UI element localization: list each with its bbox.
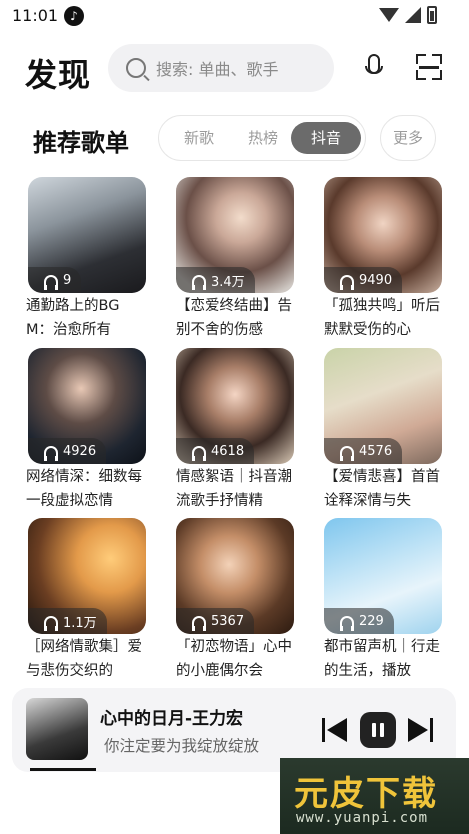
microphone-icon[interactable] xyxy=(362,54,386,86)
playlist-card[interactable]: 9 通勤路上的BGM：治愈所有 xyxy=(26,177,146,342)
headphone-icon xyxy=(44,274,58,290)
battery-icon xyxy=(427,6,437,24)
play-count-value: 9490 xyxy=(359,272,393,288)
pause-icon[interactable] xyxy=(360,712,396,748)
headphone-icon xyxy=(340,615,354,631)
search-icon xyxy=(126,58,146,78)
playlist-cover: 9490 xyxy=(324,177,442,293)
playlist-card[interactable]: 4576 【爱情悲喜】首首诠释深情与失 xyxy=(324,348,442,513)
playlist-card[interactable]: 4926 网络情深：细数每一段虚拟恋情 xyxy=(26,348,146,513)
headphone-icon xyxy=(192,445,206,461)
headphone-icon xyxy=(44,445,58,461)
tab-new-songs[interactable]: 新歌 xyxy=(169,122,229,154)
play-count: 9490 xyxy=(324,267,403,293)
playlist-card[interactable]: 229 都市留声机｜行走的生活，播放 xyxy=(324,518,442,683)
playlist-card[interactable]: 9490 「孤独共鸣」听后默默受伤的心 xyxy=(324,177,442,342)
system-icons xyxy=(379,6,437,24)
playlist-title: 通勤路上的BGM：治愈所有 xyxy=(26,298,120,338)
headphone-icon xyxy=(192,615,206,631)
playlist-card[interactable]: 5367 「初恋物语」心中的小鹿偶尔会 xyxy=(176,518,294,683)
search-bar[interactable]: 搜索: 单曲、歌手 xyxy=(108,44,334,92)
watermark-title: 元皮下载 xyxy=(294,774,438,814)
playlist-title: 网络情深：细数每一段虚拟恋情 xyxy=(26,469,142,509)
playlist-title: 情感絮语｜抖音潮流歌手抒情精 xyxy=(176,469,292,509)
playback-progress-bar xyxy=(30,768,96,771)
play-count: 1.1万 xyxy=(28,608,107,634)
play-count: 4618 xyxy=(176,438,255,464)
playlist-card[interactable]: 3.4万 【恋爱终结曲】告别不舍的伤感 xyxy=(176,177,294,342)
status-time: 11:01 xyxy=(12,6,59,25)
now-playing-lyric: 你注定要为我绽放绽放 xyxy=(104,737,260,755)
playlist-title: 「初恋物语」心中的小鹿偶尔会 xyxy=(176,639,292,679)
category-tabs: 新歌 热榜 抖音 xyxy=(158,115,366,161)
playlist-title: 【爱情悲喜】首首诠释深情与失 xyxy=(324,469,440,509)
headphone-icon xyxy=(192,274,206,290)
play-count-value: 1.1万 xyxy=(63,615,97,631)
playlist-cover: 4576 xyxy=(324,348,442,464)
watermark: 元皮下载 www.yuanpi.com xyxy=(280,758,469,834)
signal-icon xyxy=(405,7,421,23)
playlist-cover: 3.4万 xyxy=(176,177,294,293)
playlist-card[interactable]: 1.1万 ［网络情歌集］爱与悲伤交织的 xyxy=(26,518,146,683)
now-playing-title: 心中的日月-王力宏 xyxy=(100,709,244,729)
page-title: 发现 xyxy=(25,56,92,94)
watermark-url: www.yuanpi.com xyxy=(296,810,429,826)
tiktok-notification-icon: ♪ xyxy=(64,6,84,26)
playlist-title: 都市留声机｜行走的生活，播放 xyxy=(324,639,440,679)
tab-douyin[interactable]: 抖音 xyxy=(291,122,361,154)
play-count-value: 4618 xyxy=(211,443,245,459)
playlist-cover: 1.1万 xyxy=(28,518,146,634)
playlist-cover: 5367 xyxy=(176,518,294,634)
playlist-title: ［网络情歌集］爱与悲伤交织的 xyxy=(26,639,142,679)
playlist-title: 「孤独共鸣」听后默默受伤的心 xyxy=(324,298,440,338)
section-title: 推荐歌单 xyxy=(33,129,129,157)
play-count-value: 4576 xyxy=(359,443,393,459)
headphone-icon xyxy=(44,615,58,631)
play-count: 3.4万 xyxy=(176,267,255,293)
play-count: 9 xyxy=(28,267,82,293)
playlist-cover: 9 xyxy=(28,177,146,293)
play-count-value: 3.4万 xyxy=(211,274,245,290)
play-count-value: 5367 xyxy=(211,613,245,629)
playlist-cover: 4926 xyxy=(28,348,146,464)
playlist-title: 【恋爱终结曲】告别不舍的伤感 xyxy=(176,298,292,338)
tab-hot-chart[interactable]: 热榜 xyxy=(233,122,293,154)
next-track-icon[interactable] xyxy=(408,718,434,742)
headphone-icon xyxy=(340,445,354,461)
top-bar: 发现 搜索: 单曲、歌手 xyxy=(0,40,469,98)
previous-track-icon[interactable] xyxy=(322,718,348,742)
playlist-cover: 4618 xyxy=(176,348,294,464)
wifi-icon xyxy=(379,8,399,22)
play-count: 4576 xyxy=(324,438,403,464)
play-count-value: 229 xyxy=(359,613,384,629)
now-playing-cover[interactable] xyxy=(26,698,88,760)
play-count: 4926 xyxy=(28,438,107,464)
play-count-value: 4926 xyxy=(63,443,97,459)
playlist-cover: 229 xyxy=(324,518,442,634)
scan-icon[interactable] xyxy=(416,54,442,80)
play-count-value: 9 xyxy=(63,272,72,288)
more-button[interactable]: 更多 xyxy=(380,115,436,161)
headphone-icon xyxy=(340,274,354,290)
play-count: 5367 xyxy=(176,608,255,634)
search-placeholder: 搜索: 单曲、歌手 xyxy=(156,60,279,79)
status-bar: 11:01 ♪ xyxy=(0,0,469,32)
play-count: 229 xyxy=(324,608,394,634)
playlist-card[interactable]: 4618 情感絮语｜抖音潮流歌手抒情精 xyxy=(176,348,294,513)
